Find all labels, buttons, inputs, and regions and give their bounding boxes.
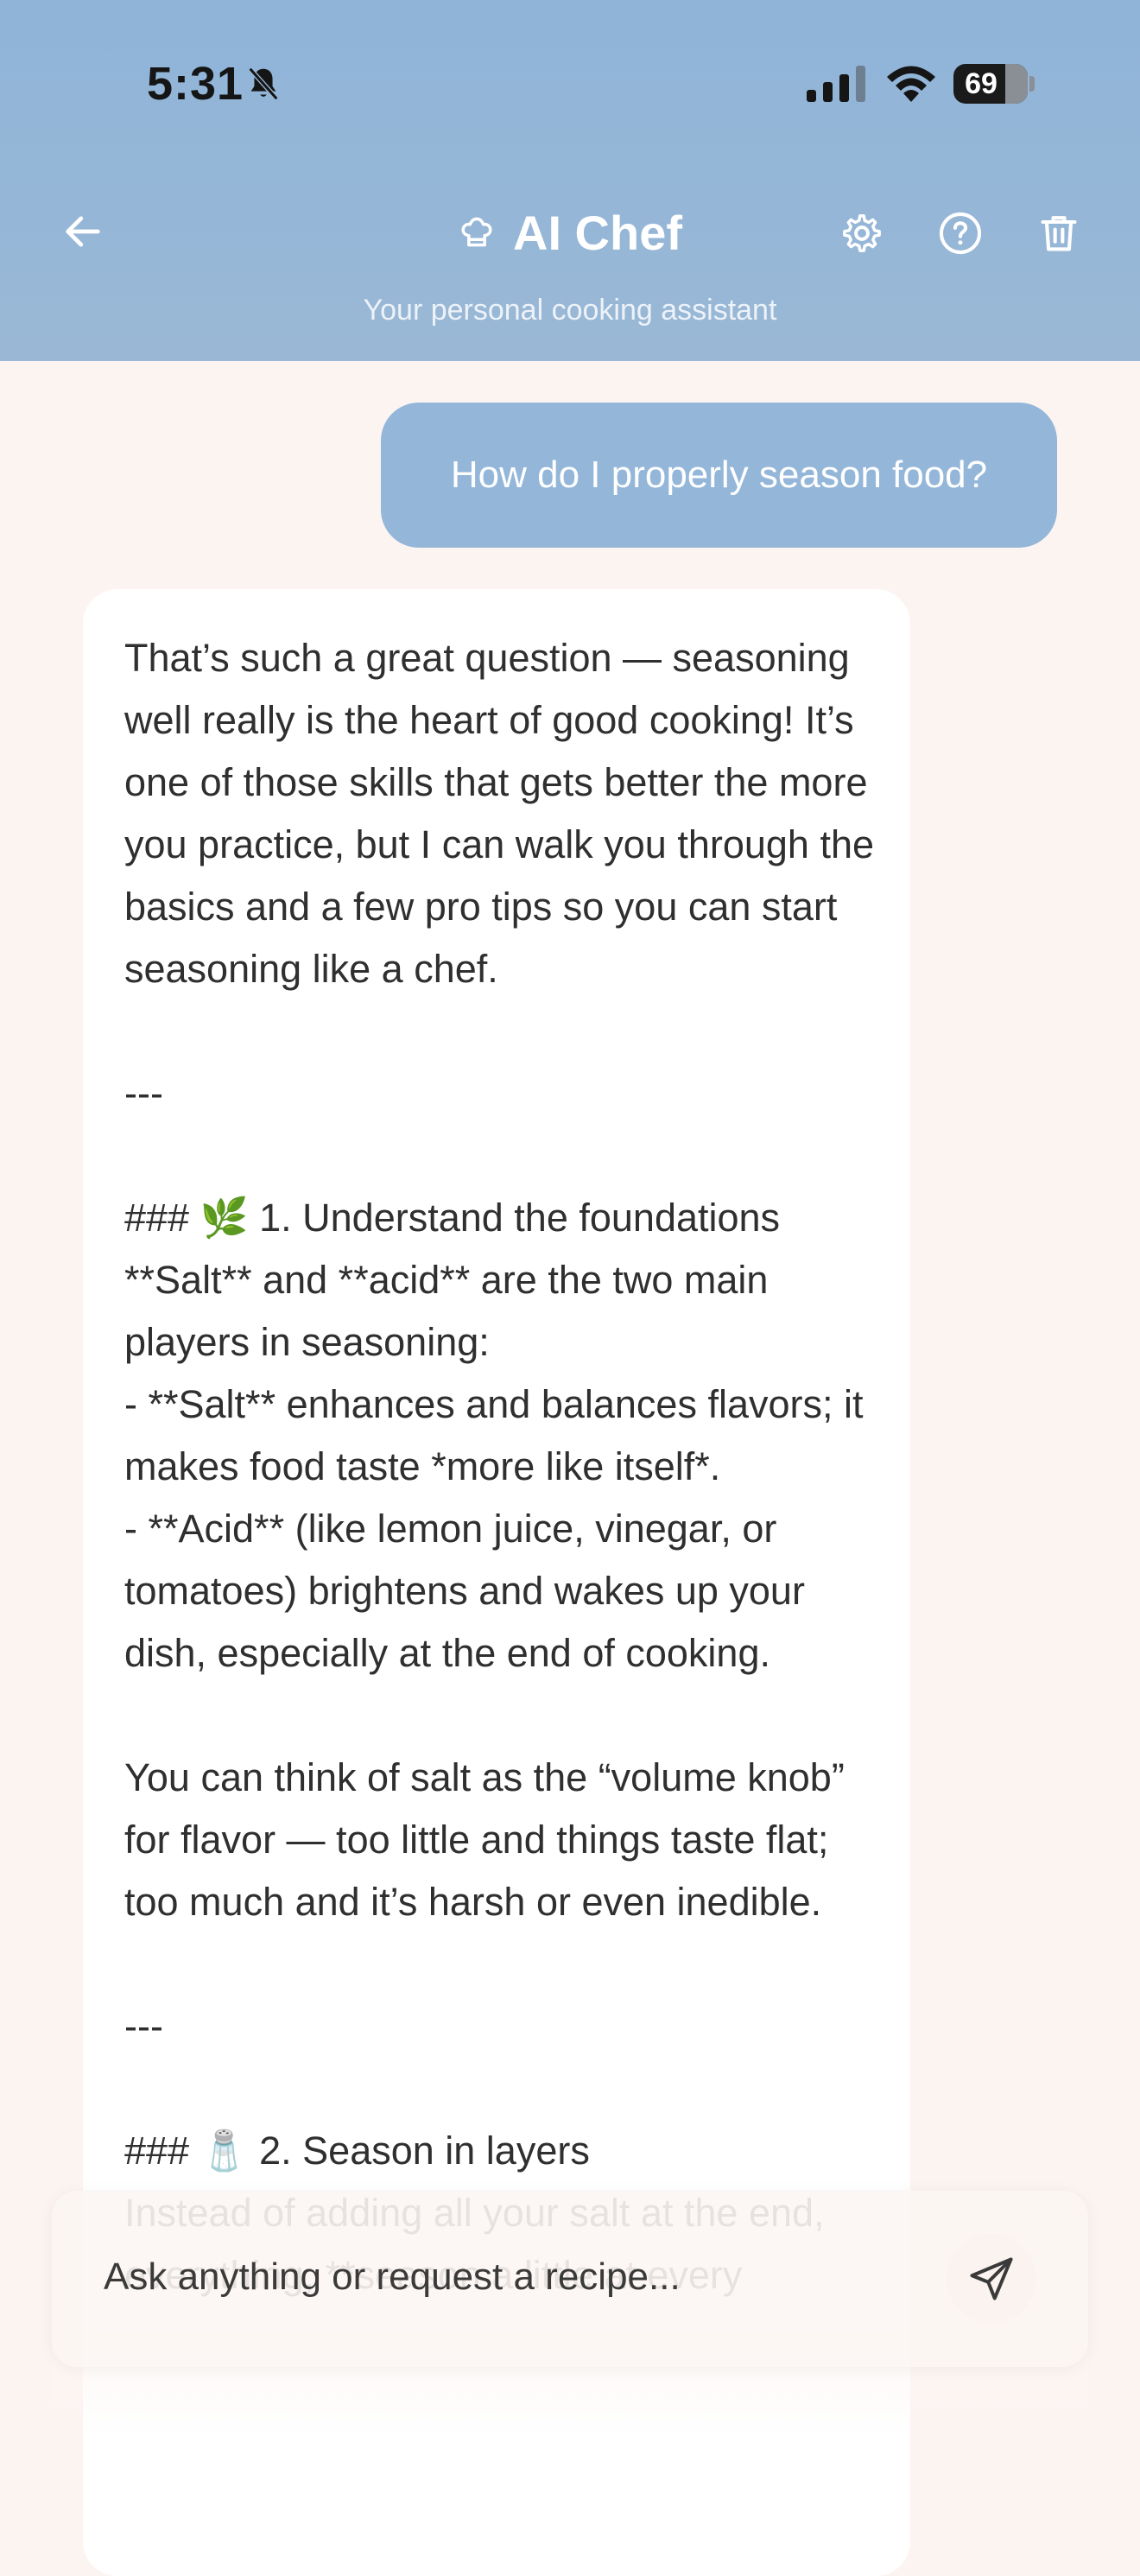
gear-icon [843, 214, 881, 252]
trash-icon [1041, 216, 1077, 251]
message-composer [52, 2191, 1088, 2367]
battery-level: 69 [965, 67, 998, 100]
wifi-icon [887, 66, 935, 102]
header-title-group: AI Chef [458, 202, 682, 263]
send-icon [970, 2257, 1013, 2300]
user-message-text: How do I properly season food? [450, 454, 988, 496]
back-button[interactable] [50, 199, 116, 264]
status-time: 5:31 [147, 58, 244, 110]
back-arrow-icon [66, 216, 100, 247]
send-button[interactable] [947, 2234, 1036, 2324]
bell-off-icon [248, 67, 279, 101]
assistant-message-text: That’s such a great question — seasoning… [124, 636, 875, 2297]
battery-icon: 69 [953, 64, 1028, 104]
message-input[interactable] [104, 2234, 933, 2320]
chef-hat-icon [461, 217, 492, 247]
battery-cap [1029, 76, 1035, 92]
signal-icon [807, 66, 865, 102]
help-button[interactable] [928, 200, 993, 266]
delete-button[interactable] [1026, 200, 1092, 266]
page-subtitle: Your personal cooking assistant [363, 294, 777, 327]
settings-button[interactable] [829, 200, 895, 266]
page-title: AI Chef [513, 205, 682, 260]
app-header: 5:31 69 AI Chef Your personal cooking as… [0, 0, 1140, 361]
user-message-bubble: How do I properly season food? [381, 403, 1057, 548]
help-circle-icon [939, 212, 982, 255]
